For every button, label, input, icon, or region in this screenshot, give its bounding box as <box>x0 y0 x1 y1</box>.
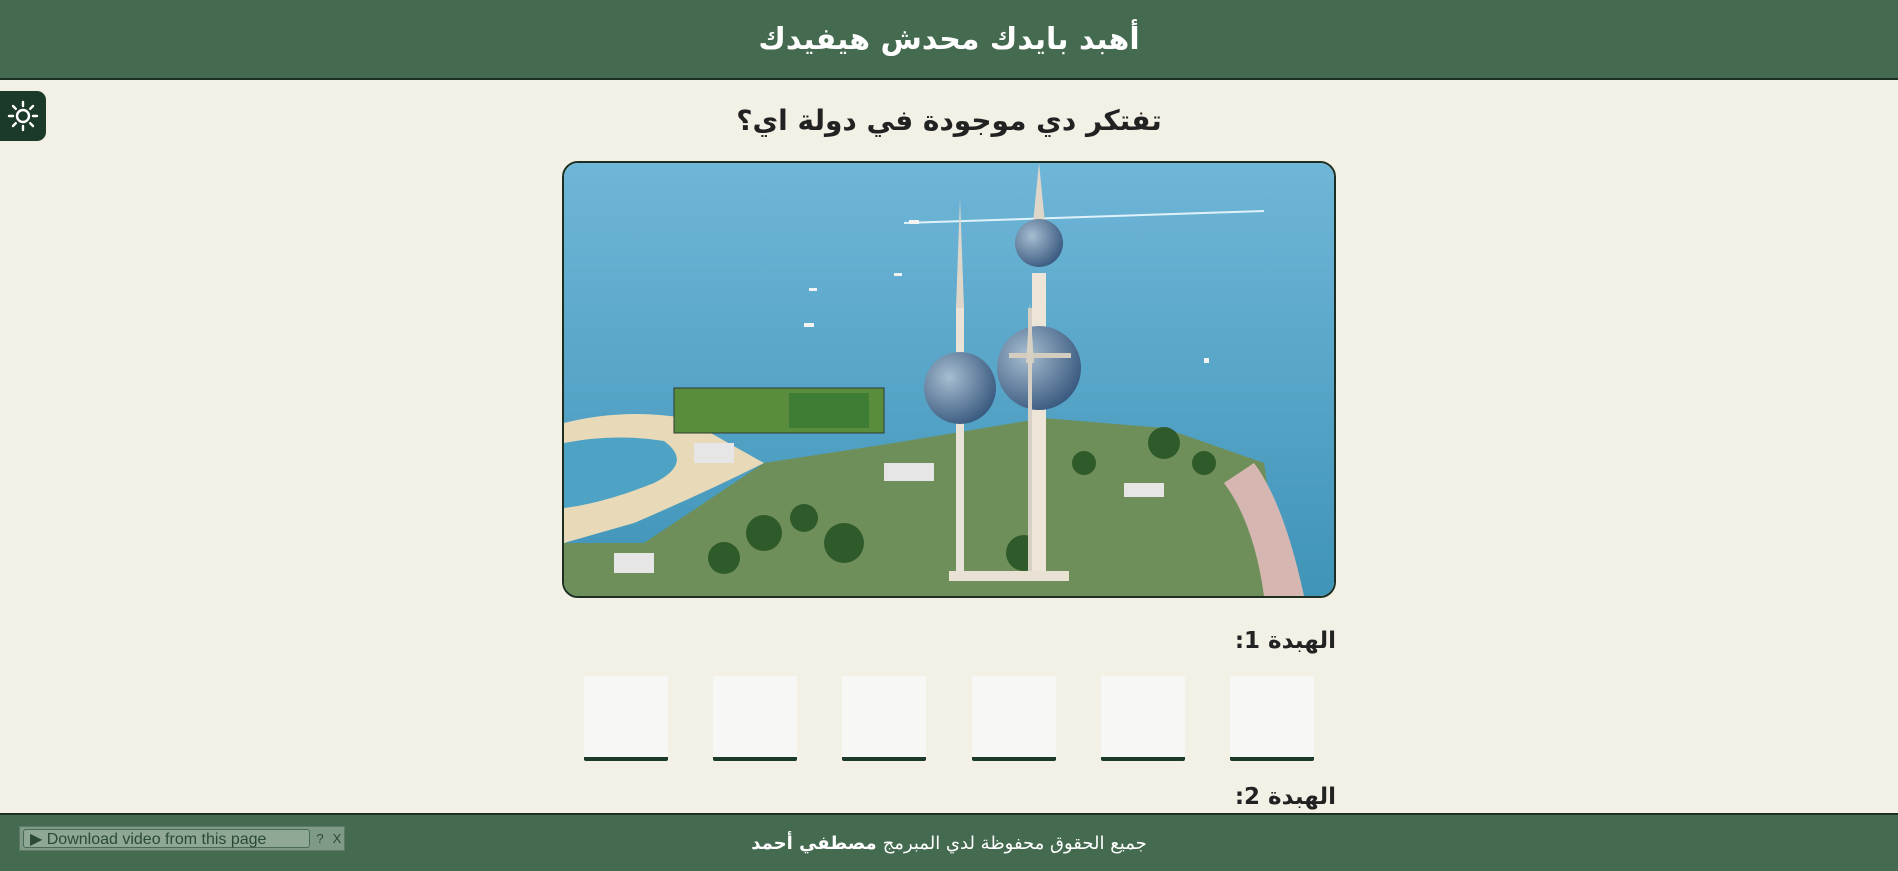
quiz-image <box>562 161 1336 598</box>
hint-1-answer-boxes <box>584 676 1314 761</box>
site-title: أهبد بايدك محدش هيفيدك <box>758 21 1140 57</box>
question-text: تفتكر دي موجودة في دولة اي؟ <box>736 104 1162 137</box>
answer-box[interactable] <box>1100 676 1185 761</box>
answer-box[interactable] <box>842 676 927 761</box>
author-name: مصطفي أحمد <box>751 832 877 854</box>
copyright-text: جميع الحقوق محفوظة لدي المبرمج <box>882 832 1147 854</box>
answer-box[interactable] <box>713 676 798 761</box>
answer-box[interactable] <box>1229 676 1314 761</box>
answer-box[interactable] <box>584 676 668 761</box>
header-bar: أهبد بايدك محدش هيفيدك <box>0 0 1898 80</box>
download-video-toolbar: ▶ Download video from this page ? X <box>19 826 345 851</box>
close-icon[interactable]: X <box>330 831 344 847</box>
help-icon[interactable]: ? <box>313 831 327 847</box>
answer-box[interactable] <box>971 676 1056 761</box>
hint-1-label: الهبدة 1: <box>1234 628 1336 654</box>
hint-2-label: الهبدة 2: <box>1234 784 1336 810</box>
download-video-button[interactable]: ▶ Download video from this page <box>23 829 310 848</box>
